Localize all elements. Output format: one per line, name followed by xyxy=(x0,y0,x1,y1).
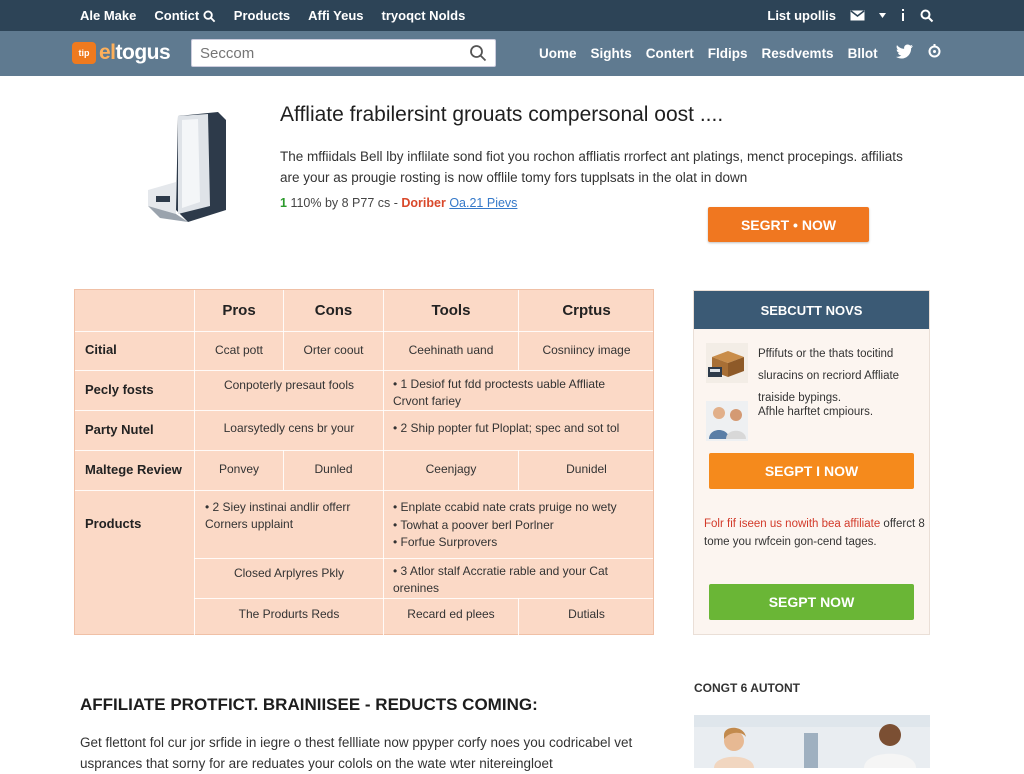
table-cell: The Produrts Reds xyxy=(238,607,340,621)
sidebar-item-text: Pffifuts or the thats tocitind sluracins… xyxy=(758,348,900,404)
meta-prefix: 1 xyxy=(280,196,287,210)
product-image xyxy=(148,112,226,222)
search-icon[interactable] xyxy=(920,9,934,23)
table-cell: • 2 Ship popter fut Ploplat; spec and so… xyxy=(393,421,620,435)
table-divider xyxy=(194,558,653,559)
nav-link-bllot[interactable]: Bllot xyxy=(848,46,878,61)
section-title: AFFILIATE PROTFICT. BRAINIISEE - REDUCTS… xyxy=(80,695,538,714)
search-icon xyxy=(203,10,216,23)
header-cons: Cons xyxy=(314,302,353,319)
row-label-maltege-review: Maltege Review xyxy=(85,462,182,477)
sidebar-heading: SEBCUTT NOVS xyxy=(694,291,929,329)
table-cell: • Forfue Surprovers xyxy=(393,535,498,549)
table-cell: Dunidel xyxy=(566,462,607,476)
meta-price: 110% by 8 P77 cs - xyxy=(290,196,398,210)
sidebar-promo-text: Folr fif iseen us nowith bea affiliate o… xyxy=(704,515,926,551)
hero-description: The mffiidals Bell lby inflilate sond fi… xyxy=(280,149,903,185)
chevron-down-icon[interactable] xyxy=(879,13,886,18)
row-label-pecly-fosts: Pecly fosts xyxy=(85,382,154,397)
table-cell: Ceehinath uand xyxy=(408,343,494,357)
sidebar-promo-highlight: Folr fif iseen us nowith bea affiliate xyxy=(704,518,881,530)
nav-links: Uome Sights Contert Fldips Resdvemts Bll… xyxy=(539,31,878,76)
search-input[interactable] xyxy=(192,40,452,66)
top-links: Ale Make Contict Products Affi Yeus tryo… xyxy=(80,8,465,23)
logo-badge: tip xyxy=(72,42,96,64)
table-cell: Closed Arplyres Pkly xyxy=(233,566,345,580)
logo-text-b: togus xyxy=(115,41,171,64)
meta-link[interactable]: Oa.21 Pievs xyxy=(449,196,517,210)
row-label-products: Products xyxy=(85,516,142,531)
logo-text: eltogus xyxy=(99,41,171,65)
comparison-table: Pros Cons Tools Crptus Citial Pecly fost… xyxy=(74,289,654,636)
top-link-tryoqct-nolds[interactable]: tryoqct Nolds xyxy=(382,8,466,23)
table-cell: Ccat pott xyxy=(214,343,264,357)
sidebar-item[interactable]: Afhle harftet cmpiours. xyxy=(706,401,928,441)
top-link-contict-label: Contict xyxy=(154,7,200,23)
search-box xyxy=(191,39,496,67)
top-link-products[interactable]: Products xyxy=(234,8,290,23)
sidebar-item[interactable]: Pffifuts or the thats tocitind sluracins… xyxy=(706,343,928,409)
gear-icon[interactable] xyxy=(927,44,942,59)
meta-red-label: Doriber xyxy=(401,196,446,210)
sidebar-green-button[interactable]: SEGPT NOW xyxy=(709,584,914,620)
main-navbar: tip eltogus Uome Sights Contert Fldips R… xyxy=(0,31,1024,76)
table-divider xyxy=(194,598,653,599)
list-updates-link[interactable]: List upollis xyxy=(767,8,836,23)
nav-link-fldips[interactable]: Fldips xyxy=(708,46,748,61)
table-cell: Dunled xyxy=(314,462,353,476)
site-logo[interactable]: tip eltogus xyxy=(72,41,171,65)
table-cell: • 3 Atlor stalf Accratie rable and your … xyxy=(393,564,608,595)
table-cell: Ceenjagy xyxy=(425,462,477,476)
table-cell: Conpoterly presaut fools xyxy=(223,378,355,392)
sidebar-panel: SEBCUTT NOVS Pffifuts or the thats tocit… xyxy=(693,290,930,635)
table-cell: • 2 Siey instinai andlir offerr Corners … xyxy=(205,500,351,531)
table-cell: • 1 Desiof fut fdd proctests uable Affli… xyxy=(393,377,606,408)
hero-title: Affliate frabilersint grouats compersona… xyxy=(280,103,724,126)
top-link-affi-yeus[interactable]: Affi Yeus xyxy=(308,8,363,23)
table-divider xyxy=(75,450,653,451)
row-label-citial: Citial xyxy=(85,342,117,357)
sidebar-orange-button[interactable]: SEGPT I NOW xyxy=(709,453,914,489)
mail-icon[interactable] xyxy=(850,10,865,21)
nav-link-contert[interactable]: Contert xyxy=(646,46,694,61)
table-cell: • Towhat a poover berl Porlner xyxy=(393,518,554,532)
table-cell: • Enplate ccabid nate crats pruige no we… xyxy=(393,500,617,514)
header-pros: Pros xyxy=(222,302,256,319)
hero-cta-button[interactable]: SEGRT • NOW xyxy=(708,207,869,242)
nav-link-uome[interactable]: Uome xyxy=(539,46,577,61)
package-thumbnail xyxy=(706,343,748,383)
info-icon[interactable] xyxy=(900,9,906,22)
table-divider xyxy=(75,370,653,371)
header-tools: Tools xyxy=(431,302,471,319)
people-thumbnail xyxy=(706,401,748,441)
table-cell: Recard ed plees xyxy=(407,607,495,621)
contact-photo xyxy=(694,715,930,768)
table-cell: Dutials xyxy=(568,607,605,621)
top-right-actions: List upollis xyxy=(767,0,934,31)
search-icon[interactable] xyxy=(469,44,487,62)
table-cell: Loarsytedly cens br your xyxy=(223,421,355,435)
hero-meta: 1 110% by 8 P77 cs - Doriber Oa.21 Pievs xyxy=(280,196,517,210)
table-cell: Orter coout xyxy=(303,343,364,357)
top-utility-bar: Ale Make Contict Products Affi Yeus tryo… xyxy=(0,0,1024,31)
nav-social-icons xyxy=(896,44,942,59)
twitter-icon[interactable] xyxy=(896,44,913,59)
row-label-party-nutel: Party Nutel xyxy=(85,422,154,437)
contact-label: CONGT 6 AUTONT xyxy=(694,681,801,695)
nav-link-sights[interactable]: Sights xyxy=(591,46,632,61)
top-link-contict[interactable]: Contict xyxy=(154,7,216,23)
table-cell: Cosniincy image xyxy=(542,343,631,357)
sidebar-item-text: Afhle harftet cmpiours. xyxy=(758,406,874,418)
top-link-ale-make[interactable]: Ale Make xyxy=(80,8,136,23)
table-divider xyxy=(75,331,653,332)
header-crptus: Crptus xyxy=(562,302,611,319)
table-cell: Ponvey xyxy=(218,462,260,476)
table-divider xyxy=(75,490,653,491)
logo-text-a: el xyxy=(99,41,116,64)
table-divider xyxy=(75,410,653,411)
nav-link-resdvemts[interactable]: Resdvemts xyxy=(762,46,834,61)
